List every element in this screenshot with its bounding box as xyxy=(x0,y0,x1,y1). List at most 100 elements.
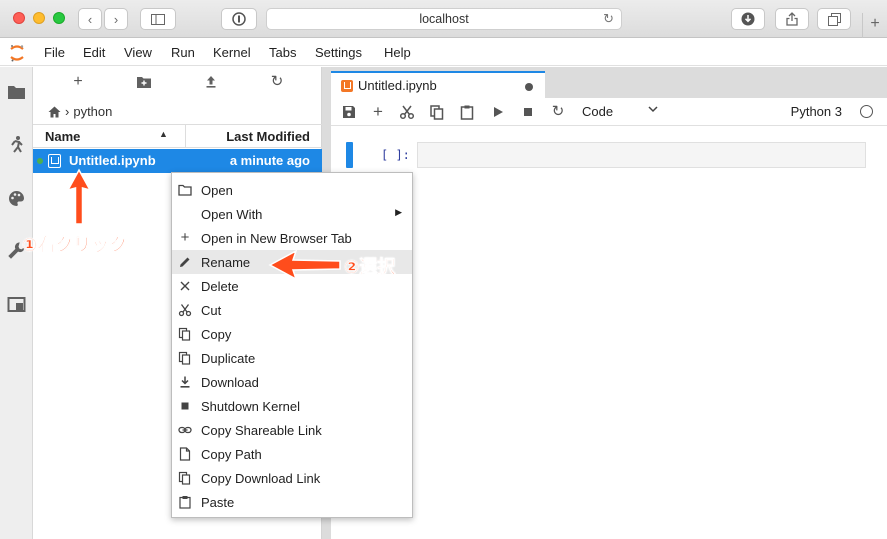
download-icon xyxy=(180,376,190,388)
zoom-window-button[interactable] xyxy=(53,12,65,24)
new-folder-icon[interactable] xyxy=(136,74,152,90)
ctx-download[interactable]: Download xyxy=(172,370,412,394)
unsaved-dot-icon[interactable] xyxy=(525,83,533,91)
run-icon[interactable] xyxy=(490,104,506,120)
ctx-open-label: Open xyxy=(201,183,233,198)
ctx-open-with-label: Open With xyxy=(201,207,263,222)
ctx-copy-label: Copy xyxy=(201,327,232,342)
new-tab-button[interactable]: + xyxy=(862,13,887,38)
privacy-button[interactable] xyxy=(221,8,257,30)
ctx-copy-download-link[interactable]: Copy Download Link xyxy=(172,466,412,490)
copy-icon[interactable] xyxy=(429,104,445,120)
breadcrumb: › python xyxy=(48,104,112,119)
copy-icon xyxy=(178,327,191,341)
ctx-copy-download-link-label: Copy Download Link xyxy=(201,471,321,486)
link-icon xyxy=(178,426,192,434)
ctx-rename-label: Rename xyxy=(201,255,251,270)
ctx-copy-path-label: Copy Path xyxy=(201,447,262,462)
ctx-open[interactable]: Open xyxy=(172,178,412,202)
menu-view[interactable]: View xyxy=(124,45,152,60)
reload-icon[interactable]: ↻ xyxy=(603,9,614,29)
tab-notebook[interactable]: Untitled.ipynb xyxy=(331,71,545,98)
file-modified: a minute ago xyxy=(229,153,310,168)
chevron-right-icon: › xyxy=(113,11,119,27)
forward-button[interactable]: › xyxy=(104,8,128,30)
ctx-download-label: Download xyxy=(201,375,259,390)
menu-edit[interactable]: Edit xyxy=(83,45,105,60)
folder-icon[interactable] xyxy=(7,83,26,102)
minimize-window-button[interactable] xyxy=(33,12,45,24)
annotation-right-click: ①右クリック xyxy=(22,235,128,257)
save-icon[interactable] xyxy=(341,104,357,120)
running-icon[interactable] xyxy=(7,135,26,154)
sort-ascending-icon: ▲ xyxy=(159,129,168,139)
ctx-open-with[interactable]: Open With ▶ xyxy=(172,202,412,226)
scissors-icon[interactable] xyxy=(399,104,415,120)
restart-icon[interactable]: ↻ xyxy=(550,104,566,120)
ctx-paste[interactable]: Paste xyxy=(172,490,412,514)
tabs-overview-button[interactable] xyxy=(817,8,851,30)
ctx-copy-shareable-link-label: Copy Shareable Link xyxy=(201,423,322,438)
kernel-name[interactable]: Python 3 xyxy=(791,104,842,119)
back-button[interactable]: ‹ xyxy=(78,8,102,30)
ctx-open-new-tab[interactable]: + Open in New Browser Tab xyxy=(172,226,412,250)
ctx-duplicate-label: Duplicate xyxy=(201,351,256,366)
address-bar[interactable]: localhost ↻ xyxy=(266,8,622,30)
annotation-arrow-left xyxy=(268,249,341,281)
downloads-button[interactable] xyxy=(731,8,765,30)
home-icon[interactable] xyxy=(48,106,61,118)
scissors-icon xyxy=(178,304,192,317)
code-cell-input[interactable] xyxy=(417,142,866,168)
tab-label: Untitled.ipynb xyxy=(358,78,437,93)
ctx-shutdown-kernel[interactable]: Shutdown Kernel xyxy=(172,394,412,418)
ctx-copy-shareable-link[interactable]: Copy Shareable Link xyxy=(172,418,412,442)
column-name-header[interactable]: Name xyxy=(45,129,80,144)
column-modified-header[interactable]: Last Modified xyxy=(226,129,310,144)
tabs-panel-icon[interactable] xyxy=(7,295,26,314)
running-indicator xyxy=(37,158,43,164)
share-button[interactable] xyxy=(775,8,809,30)
refresh-icon[interactable]: ↻ xyxy=(269,74,285,90)
file-name: Untitled.ipynb xyxy=(69,153,156,168)
sidebar-icon xyxy=(151,13,165,25)
insert-cell-icon[interactable]: + xyxy=(370,103,386,120)
new-launcher-button[interactable]: + xyxy=(70,74,86,90)
copy-icon xyxy=(178,471,191,485)
palette-icon[interactable] xyxy=(7,189,26,208)
submenu-arrow-icon: ▶ xyxy=(395,207,402,217)
ctx-cut[interactable]: Cut xyxy=(172,298,412,322)
tabs-icon xyxy=(827,12,841,26)
breadcrumb-separator: › xyxy=(65,104,70,119)
browser-toolbar: ‹ › localhost ↻ + xyxy=(0,0,887,38)
column-divider xyxy=(185,125,186,147)
menu-settings[interactable]: Settings xyxy=(315,45,362,60)
close-window-button[interactable] xyxy=(13,12,25,24)
breadcrumb-folder[interactable]: python xyxy=(73,104,112,119)
menu-help[interactable]: Help xyxy=(384,45,411,60)
ctx-paste-label: Paste xyxy=(201,495,235,510)
plus-icon: + xyxy=(870,15,880,32)
ctx-duplicate[interactable]: Duplicate xyxy=(172,346,412,370)
activity-bar xyxy=(0,67,33,539)
ctx-copy[interactable]: Copy xyxy=(172,322,412,346)
chevron-left-icon: ‹ xyxy=(87,11,93,27)
menu-kernel[interactable]: Kernel xyxy=(213,45,251,60)
sidebar-toggle-button[interactable] xyxy=(140,8,176,30)
paste-icon[interactable] xyxy=(459,104,475,120)
download-icon xyxy=(741,12,755,26)
stop-icon[interactable] xyxy=(520,104,536,120)
menu-file[interactable]: File xyxy=(44,45,65,60)
cell-type-select[interactable]: Code xyxy=(582,104,613,119)
menu-tabs[interactable]: Tabs xyxy=(269,45,296,60)
privacy-shield-icon xyxy=(232,12,246,26)
active-cell-indicator xyxy=(346,142,353,168)
context-menu: Open Open With ▶ + Open in New Browser T… xyxy=(171,172,413,518)
close-icon xyxy=(180,281,190,291)
ctx-copy-path[interactable]: Copy Path xyxy=(172,442,412,466)
notebook-toolbar: + ↻ Code Python 3 xyxy=(331,98,887,126)
file-icon xyxy=(179,447,191,461)
chevron-down-icon[interactable] xyxy=(647,102,659,116)
upload-icon[interactable] xyxy=(203,74,219,90)
menu-run[interactable]: Run xyxy=(171,45,195,60)
ctx-open-new-tab-label: Open in New Browser Tab xyxy=(201,231,352,246)
